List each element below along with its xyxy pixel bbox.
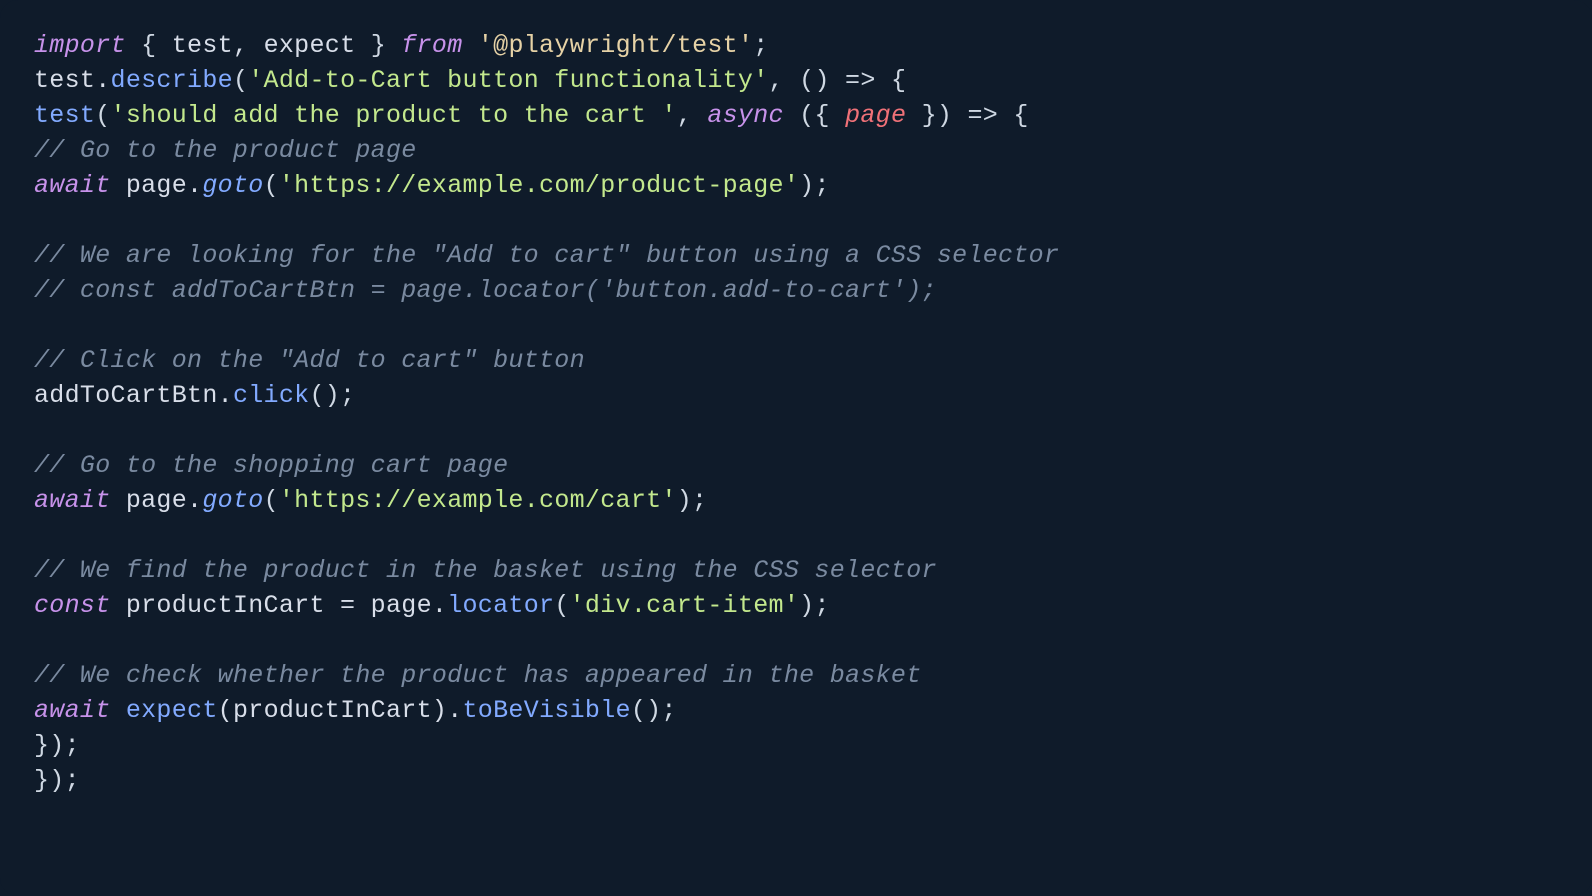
code-block: import { test, expect } from '@playwrigh…	[34, 28, 1558, 798]
code-line	[34, 521, 49, 550]
code-line	[34, 626, 49, 655]
code-line: // We check whether the product has appe…	[34, 661, 922, 690]
code-line: });	[34, 766, 80, 795]
code-line	[34, 206, 49, 235]
code-line: // We find the product in the basket usi…	[34, 556, 937, 585]
code-line: addToCartBtn.click();	[34, 381, 355, 410]
code-line: // const addToCartBtn = page.locator('bu…	[34, 276, 937, 305]
code-line: test.describe('Add-to-Cart button functi…	[34, 66, 906, 95]
code-line: import { test, expect } from '@playwrigh…	[34, 31, 769, 60]
code-line	[34, 311, 49, 340]
code-line: await page.goto('https://example.com/pro…	[34, 171, 830, 200]
code-line	[34, 416, 49, 445]
code-line: await expect(productInCart).toBeVisible(…	[34, 696, 677, 725]
code-line: });	[34, 731, 80, 760]
code-line: test('should add the product to the cart…	[34, 101, 1029, 130]
code-line: // We are looking for the "Add to cart" …	[34, 241, 1059, 270]
code-line: // Go to the product page	[34, 136, 417, 165]
code-line: // Go to the shopping cart page	[34, 451, 508, 480]
code-line: await page.goto('https://example.com/car…	[34, 486, 707, 515]
code-line: // Click on the "Add to cart" button	[34, 346, 585, 375]
code-editor-frame: import { test, expect } from '@playwrigh…	[0, 0, 1592, 896]
code-line: const productInCart = page.locator('div.…	[34, 591, 830, 620]
